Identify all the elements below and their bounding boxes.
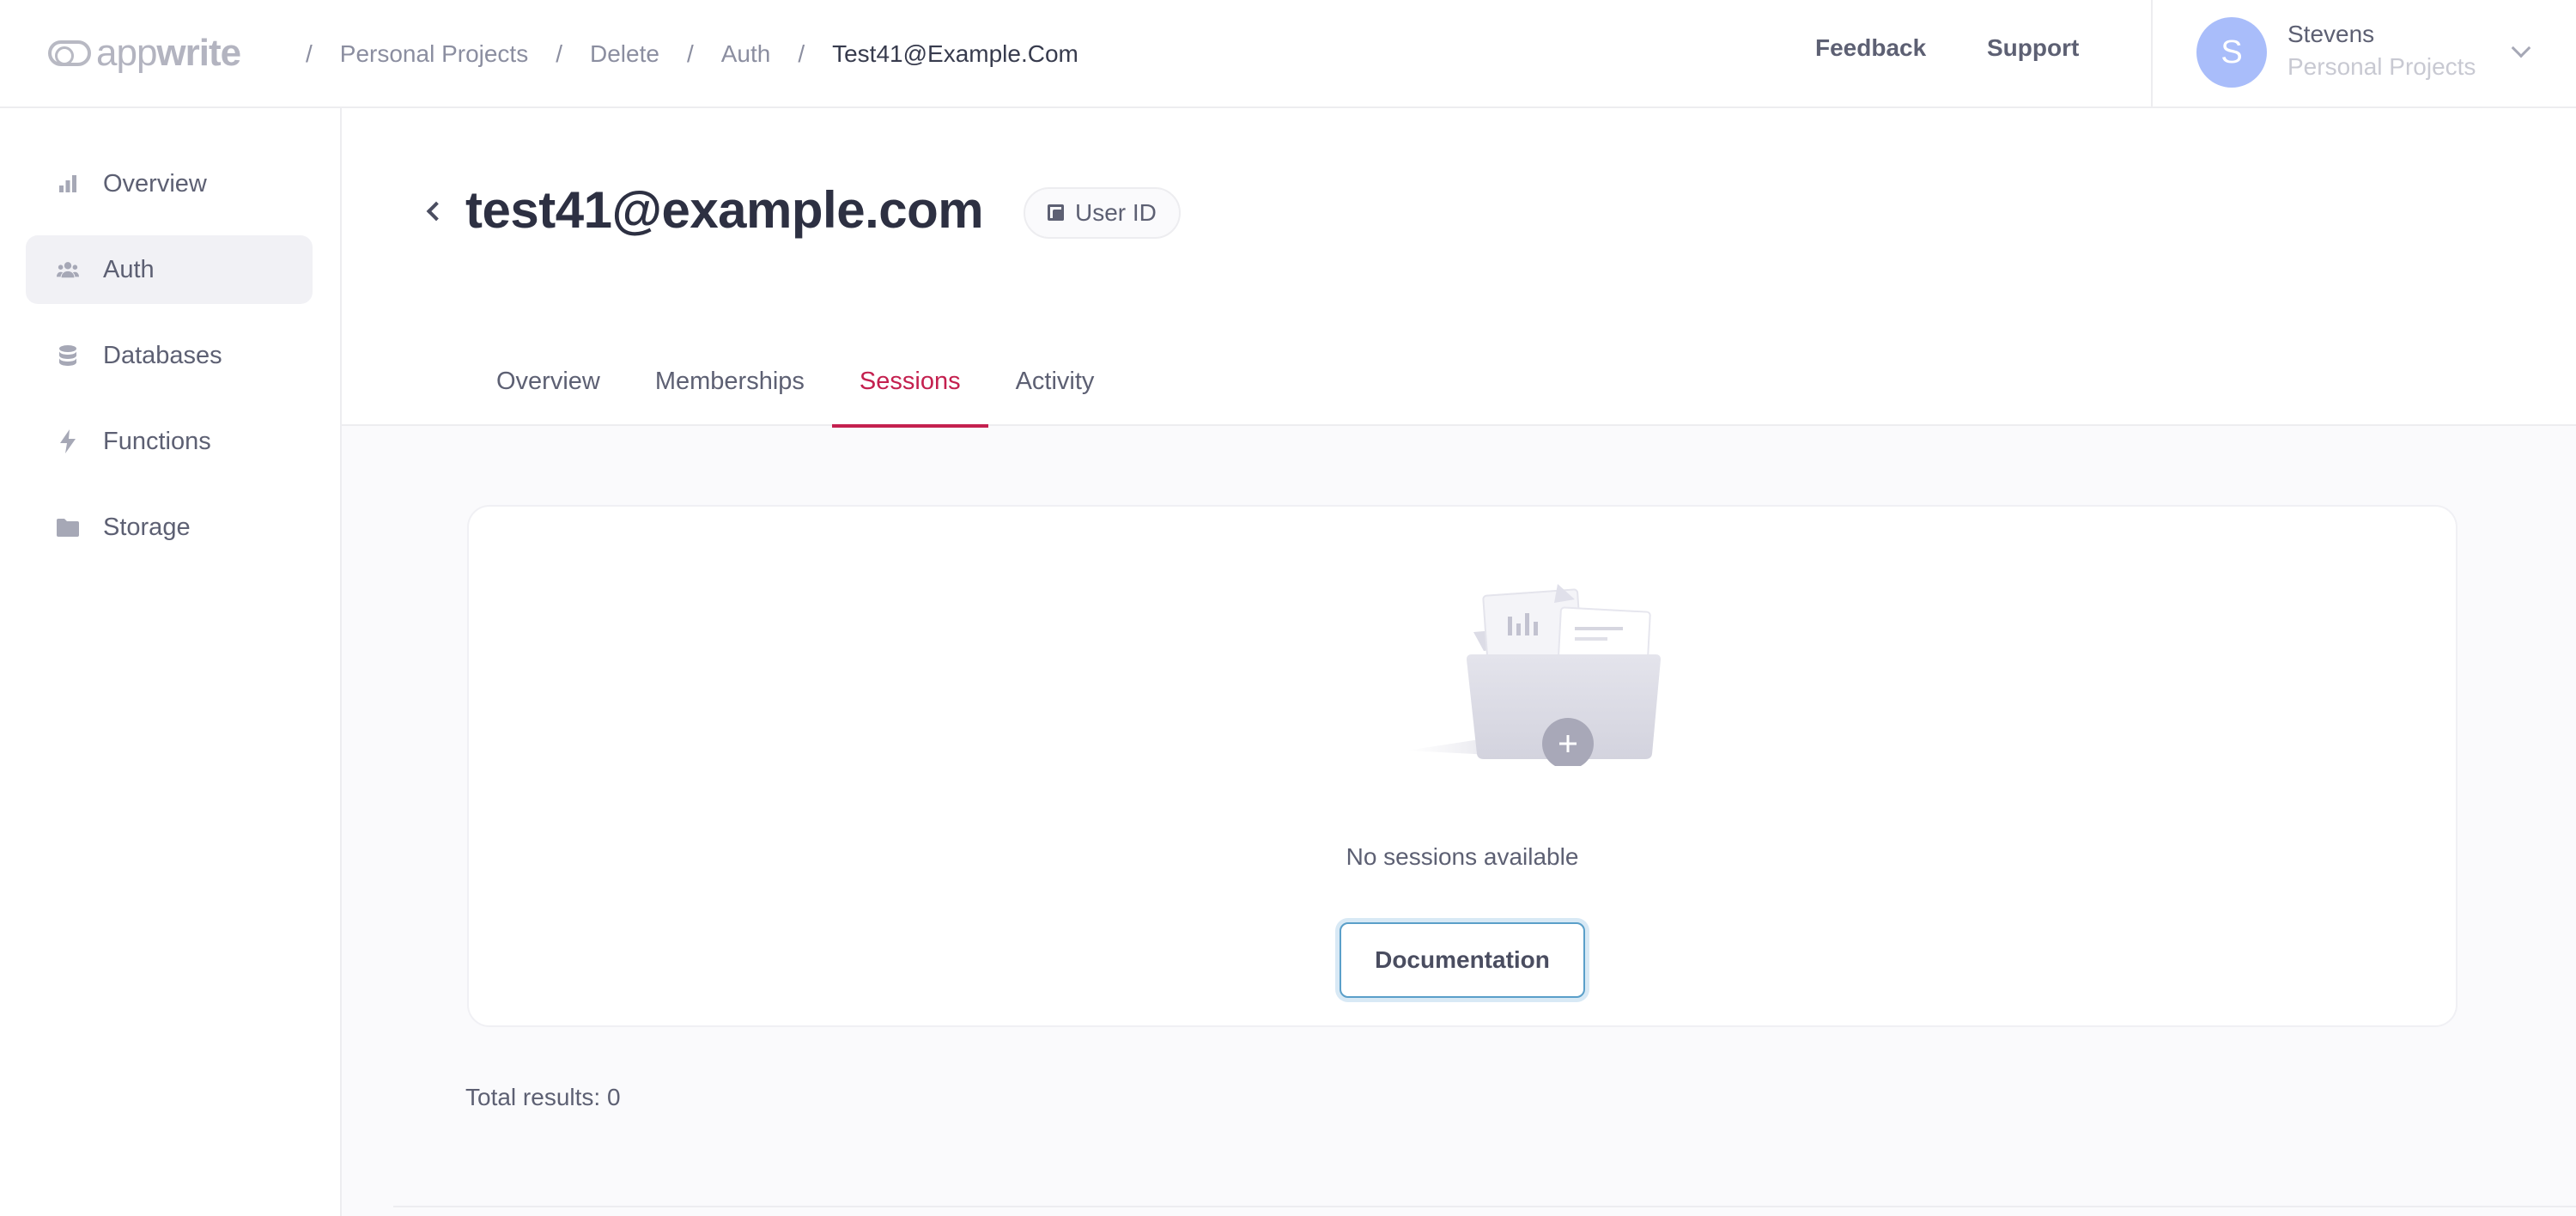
- sidebar-item-label: Databases: [103, 341, 222, 369]
- sidebar-item-storage[interactable]: Storage: [26, 493, 313, 562]
- user-name[interactable]: Stevens: [2287, 21, 2374, 48]
- total-results: Total results: 0: [465, 1084, 621, 1110]
- appwrite-logo[interactable]: appwrite: [48, 29, 241, 77]
- user-organization[interactable]: Personal Projects: [2287, 53, 2476, 81]
- tab-bar: Overview Memberships Sessions Activity: [469, 350, 1122, 428]
- avatar[interactable]: S: [2196, 17, 2267, 88]
- tab-memberships[interactable]: Memberships: [628, 350, 832, 426]
- copy-user-id-button[interactable]: User ID: [1024, 187, 1181, 239]
- database-icon: [57, 344, 79, 367]
- empty-state-card: No sessions available Documentation: [467, 505, 2458, 1027]
- empty-state-message: No sessions available: [1346, 843, 1579, 870]
- breadcrumb-organization[interactable]: Personal Projects: [340, 40, 528, 68]
- support-button[interactable]: Support: [1987, 34, 2079, 62]
- copy-icon: [1048, 204, 1065, 222]
- empty-folder-illustration: [1406, 584, 1661, 766]
- sidebar-item-auth[interactable]: Auth: [26, 235, 313, 304]
- user-id-label: User ID: [1075, 199, 1157, 226]
- feedback-button[interactable]: Feedback: [1815, 34, 1926, 62]
- footer-divider: [393, 1206, 2576, 1207]
- logo-text: appwrite: [96, 32, 241, 74]
- header-divider: [2151, 0, 2153, 108]
- breadcrumb-current-user: Test41@Example.Com: [832, 40, 1078, 67]
- folder-icon: [57, 516, 79, 538]
- top-header: appwrite / Personal Projects / Delete / …: [0, 0, 2576, 108]
- main-content: test41@example.com User ID Overview Memb…: [342, 108, 2576, 1216]
- sidebar: Overview Auth Databases Functions Storag…: [0, 108, 342, 1216]
- documentation-button[interactable]: Documentation: [1340, 922, 1585, 998]
- page-header: test41@example.com User ID Overview Memb…: [342, 108, 2576, 428]
- breadcrumb-auth[interactable]: Auth: [721, 40, 771, 68]
- sidebar-item-label: Functions: [103, 427, 211, 455]
- sidebar-item-databases[interactable]: Databases: [26, 321, 313, 390]
- back-chevron-icon[interactable]: [426, 201, 447, 222]
- sidebar-item-functions[interactable]: Functions: [26, 407, 313, 476]
- lightning-icon: [57, 429, 79, 453]
- sidebar-item-label: Overview: [103, 169, 207, 198]
- chart-bar-icon: [57, 173, 79, 195]
- tab-sessions[interactable]: Sessions: [831, 350, 988, 428]
- tab-overview[interactable]: Overview: [469, 350, 628, 426]
- sidebar-item-label: Auth: [103, 255, 155, 283]
- sidebar-item-label: Storage: [103, 513, 191, 541]
- page-title: test41@example.com: [465, 181, 984, 239]
- sidebar-item-overview[interactable]: Overview: [26, 149, 313, 218]
- logo-icon: [48, 40, 91, 66]
- users-icon: [57, 258, 79, 281]
- breadcrumb-project[interactable]: Delete: [590, 40, 659, 68]
- chevron-down-icon[interactable]: [2511, 38, 2531, 58]
- breadcrumb: / Personal Projects / Delete / Auth / Te…: [306, 40, 1078, 68]
- tab-activity[interactable]: Activity: [988, 350, 1122, 426]
